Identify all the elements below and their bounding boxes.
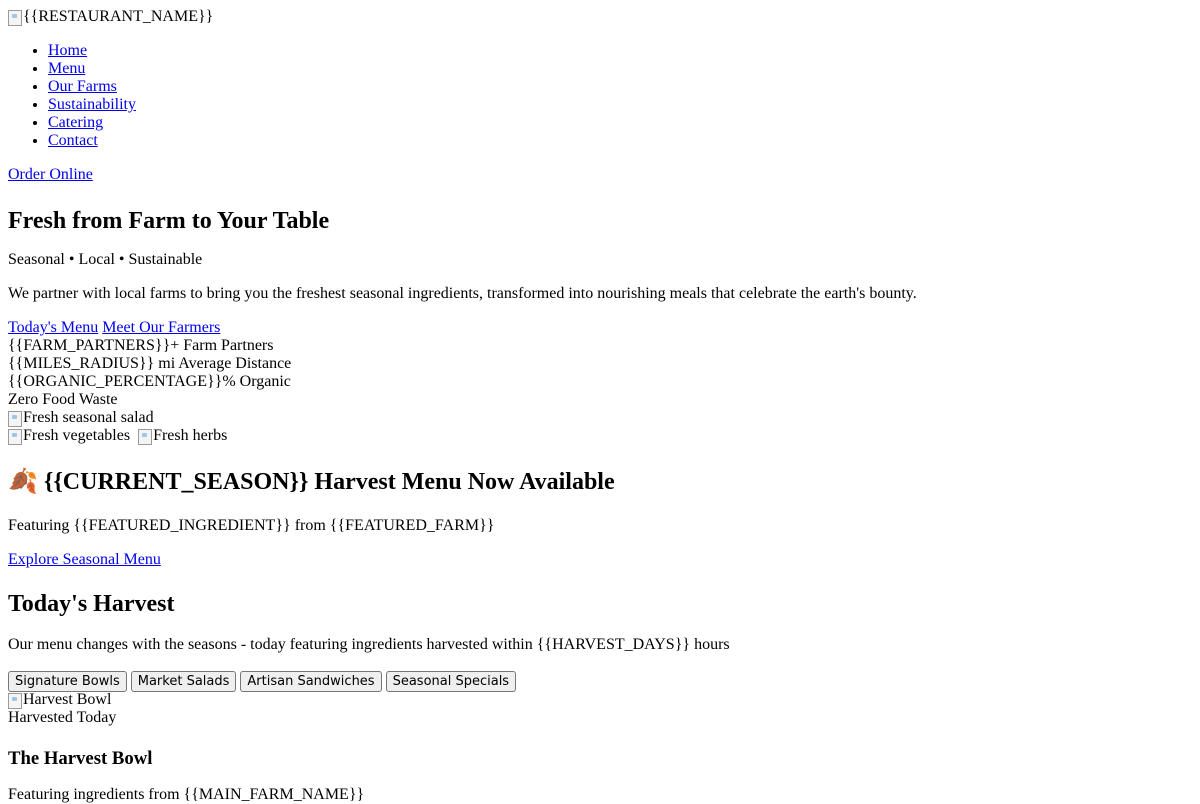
nav-link-our-farms[interactable]: Our Farms <box>48 78 117 95</box>
nav-link-sustainability[interactable]: Sustainability <box>48 96 136 113</box>
menu-item-image-alt: Harvest Bowl <box>23 691 112 708</box>
harvest-section-subtitle: Our menu changes with the seasons - toda… <box>8 636 730 653</box>
broken-image-icon <box>8 8 23 26</box>
nav-link-catering[interactable]: Catering <box>48 114 103 131</box>
todays-menu-link[interactable]: Today's Menu <box>8 319 98 336</box>
stat-organic: {{ORGANIC_PERCENTAGE}}% Organic <box>8 373 291 390</box>
stat-farm-partners: {{FARM_PARTNERS}}+ Farm Partners <box>8 337 274 354</box>
nav-item-our-farms: Our Farms <box>48 78 1192 96</box>
season-banner-link-wrapper: Explore Seasonal Menu <box>8 551 161 569</box>
nav-item-contact: Contact <box>48 132 1192 150</box>
menu-item-image: Harvest Bowl <box>8 691 111 709</box>
main-navigation: Home Menu Our Farms Sustainability Cater… <box>8 42 1192 150</box>
hero-description: We partner with local farms to bring you… <box>8 285 917 302</box>
harvested-today-badge: Harvested Today <box>8 709 117 726</box>
page: {{RESTAURANT_NAME}} Home Menu Our Farms … <box>0 0 1200 235</box>
season-banner-title: 🍂 {{CURRENT_SEASON}} Harvest Menu Now Av… <box>8 469 615 495</box>
tab-market-salads[interactable]: Market Salads <box>130 671 237 692</box>
explore-seasonal-menu-link[interactable]: Explore Seasonal Menu <box>8 551 161 568</box>
nav-item-menu: Menu <box>48 60 1192 78</box>
nav-link-contact[interactable]: Contact <box>48 132 98 149</box>
fresh-herbs-image-alt: Fresh herbs <box>153 427 228 444</box>
order-online-wrapper: Order Online <box>8 166 1192 184</box>
fresh-vegetables-image-alt: Fresh vegetables <box>23 427 131 444</box>
nav-item-catering: Catering <box>48 114 1192 132</box>
tab-seasonal-specials[interactable]: Seasonal Specials <box>385 671 517 692</box>
harvest-section-title: Today's Harvest <box>8 591 175 617</box>
hero-cta-group: Today's Menu Meet Our Farmers <box>8 319 220 337</box>
menu-item-description: Featuring ingredients from {{MAIN_FARM_N… <box>8 786 365 803</box>
broken-image-icon <box>8 409 23 427</box>
hero-main-image: Fresh seasonal salad <box>8 409 154 427</box>
meet-our-farmers-link[interactable]: Meet Our Farmers <box>102 319 220 336</box>
menu-category-tabs: Signature Bowls Market Salads Artisan Sand… <box>8 671 520 692</box>
hero-tagline: Seasonal • Local • Sustainable <box>8 251 203 268</box>
nav-link-home[interactable]: Home <box>48 42 87 59</box>
tab-signature-bowls[interactable]: Signature Bowls <box>8 671 127 692</box>
menu-item-name: The Harvest Bowl <box>8 748 153 769</box>
stat-zero-waste: Zero Food Waste <box>8 391 118 408</box>
logo-alt-text: {{RESTAURANT_NAME}} <box>23 8 214 25</box>
broken-image-icon <box>138 427 153 445</box>
hero-title: Fresh from Farm to Your Table <box>8 208 330 234</box>
order-online-link[interactable]: Order Online <box>8 166 93 183</box>
hero-secondary-images: Fresh vegetables Fresh herbs <box>8 427 227 445</box>
broken-image-icon <box>8 427 23 445</box>
stat-average-distance: {{MILES_RADIUS}} mi Average Distance <box>8 355 292 372</box>
nav-item-home: Home <box>48 42 1192 60</box>
tab-artisan-sandwiches[interactable]: Artisan Sandwiches <box>240 671 382 692</box>
hero-main-image-alt: Fresh seasonal salad <box>23 409 154 426</box>
restaurant-logo[interactable]: {{RESTAURANT_NAME}} <box>8 8 1192 26</box>
nav-item-sustainability: Sustainability <box>48 96 1192 114</box>
nav-link-menu[interactable]: Menu <box>48 60 85 77</box>
broken-image-icon <box>8 691 23 709</box>
season-banner-subtitle: Featuring {{FEATURED_INGREDIENT}} from {… <box>8 517 495 534</box>
